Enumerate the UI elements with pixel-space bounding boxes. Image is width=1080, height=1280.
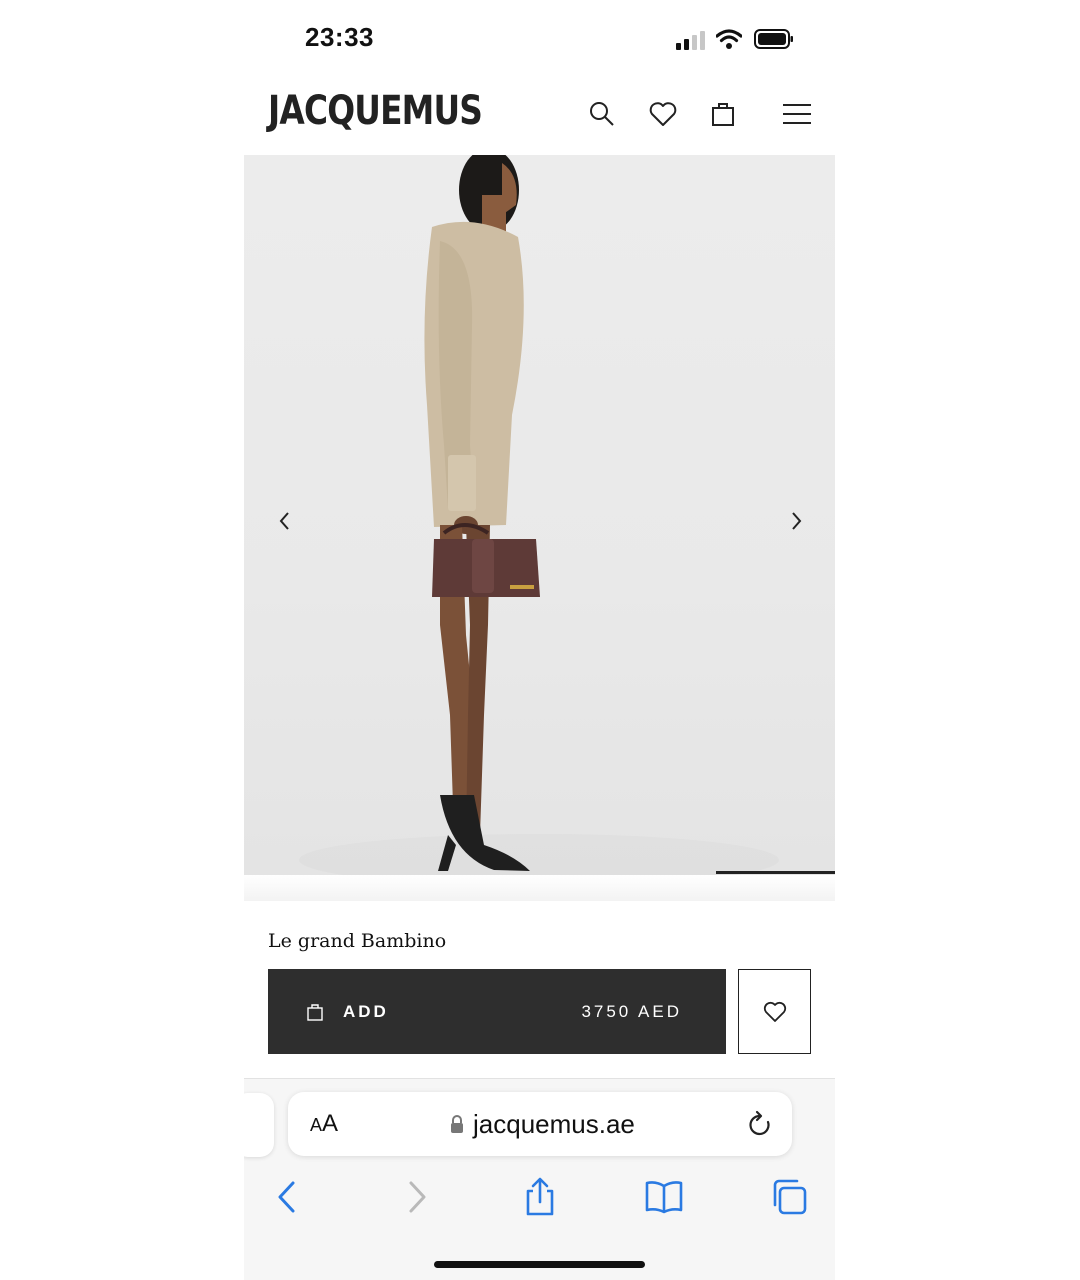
wishlist-icon[interactable] (647, 98, 679, 130)
home-indicator (434, 1261, 645, 1268)
next-image-arrow[interactable] (784, 507, 808, 535)
add-to-wishlist-button[interactable] (738, 969, 811, 1054)
previous-tab-preview[interactable] (244, 1093, 274, 1157)
prev-image-arrow[interactable] (273, 507, 297, 535)
product-image[interactable] (244, 155, 835, 875)
reload-icon[interactable] (746, 1110, 774, 1140)
menu-icon[interactable] (781, 98, 813, 130)
lock-icon (451, 1115, 463, 1133)
signal-icon (676, 31, 705, 50)
search-icon[interactable] (586, 98, 618, 130)
battery-icon (754, 29, 793, 49)
add-to-cart-button[interactable]: ADD 3750 AED (268, 969, 726, 1054)
site-header: JACQUEMUS (244, 80, 835, 156)
heart-icon (763, 1001, 787, 1022)
url-text: jacquemus.ae (473, 1109, 635, 1139)
carousel-progress-indicator (716, 871, 835, 874)
forward-icon[interactable] (396, 1177, 436, 1217)
browser-toolbar: AA jacquemus.ae (244, 1078, 835, 1280)
brand-logo[interactable]: JACQUEMUS (268, 88, 483, 134)
text-size-button[interactable]: AA (310, 1110, 338, 1138)
bookmarks-icon[interactable] (644, 1177, 684, 1217)
wifi-icon (716, 29, 742, 49)
text-size-small-glyph: A (310, 1115, 323, 1135)
tabs-icon[interactable] (769, 1177, 809, 1217)
address-bar[interactable]: AA jacquemus.ae (288, 1092, 792, 1156)
bag-icon[interactable] (707, 98, 739, 130)
back-icon[interactable] (268, 1177, 308, 1217)
product-price: 3750 AED (581, 1002, 682, 1021)
share-icon[interactable] (520, 1177, 560, 1217)
product-name: Le grand Bambino (268, 930, 447, 952)
phone-screen: 23:33 JACQUEMUS Le grand Bambino ADD 375… (244, 0, 835, 1280)
add-label: ADD (343, 1002, 389, 1021)
section-divider (244, 875, 835, 901)
status-time: 23:33 (305, 22, 374, 52)
model-photo (299, 155, 779, 875)
text-size-large-glyph: A (322, 1110, 339, 1137)
bag-icon (307, 1004, 323, 1021)
